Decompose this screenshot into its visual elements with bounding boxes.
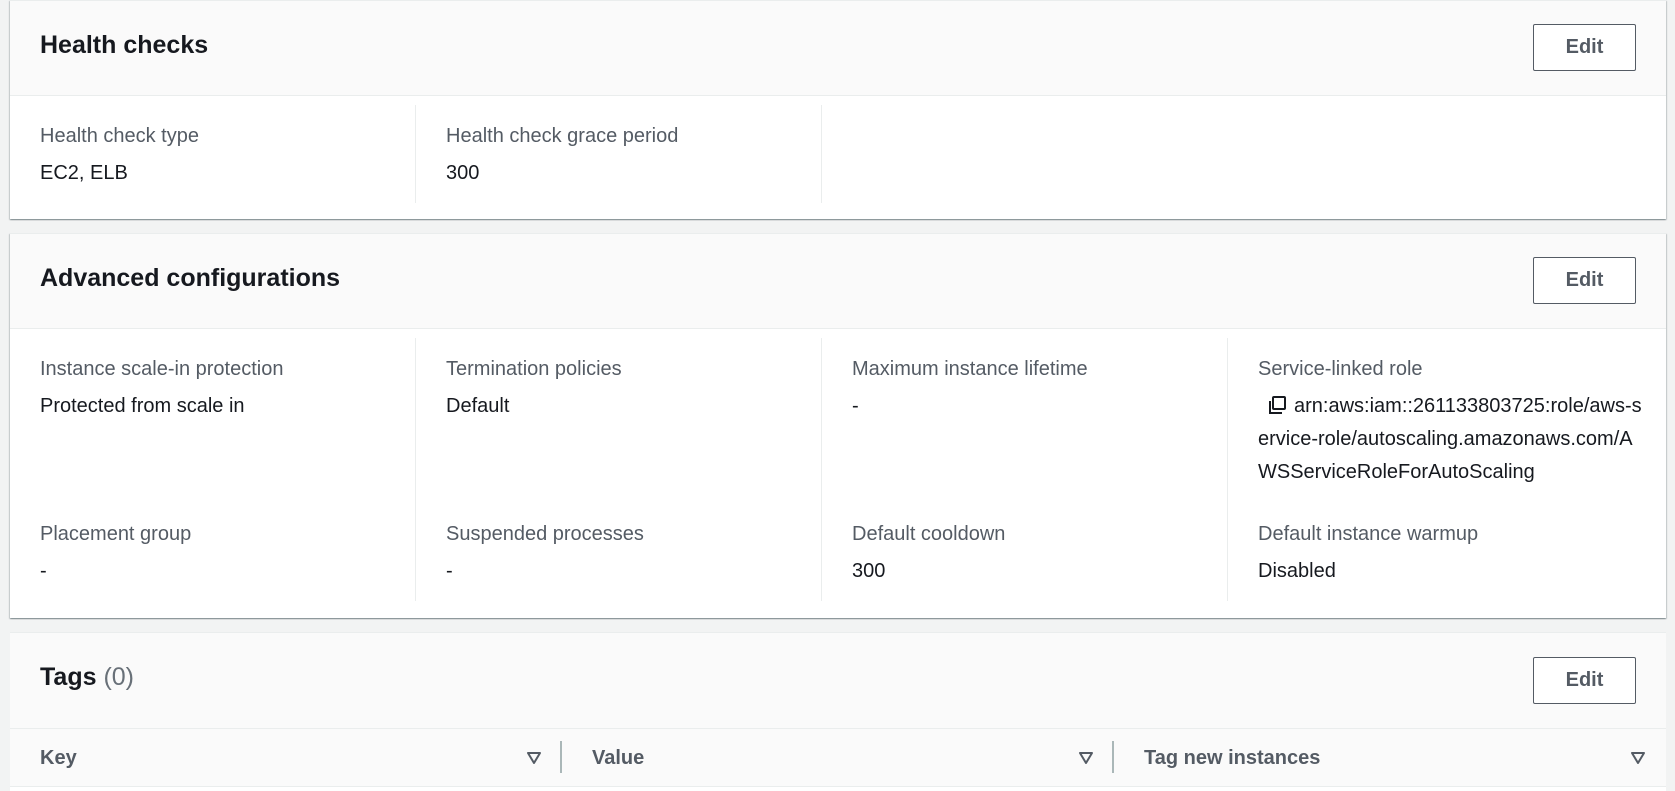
health-check-type-label: Health check type xyxy=(40,125,199,147)
suspended-processes-field: Suspended processes - xyxy=(416,503,822,601)
default-cooldown-value: 300 xyxy=(852,560,886,582)
tags-table-header: Key Value Tag new instances xyxy=(10,729,1666,787)
health-check-type-field: Health check type EC2, ELB xyxy=(10,105,416,203)
column-header-key-label: Key xyxy=(40,746,77,769)
health-checks-edit-button[interactable]: Edit xyxy=(1533,24,1636,71)
maximum-instance-lifetime-label: Maximum instance lifetime xyxy=(852,358,1088,380)
placement-group-value: - xyxy=(40,560,47,582)
service-linked-role-field: Service-linked role arn:aws:iam::2611338… xyxy=(1228,338,1658,503)
tags-panel: Tags (0) Edit Key Value Tag new instance… xyxy=(10,632,1666,791)
health-check-grace-period-value: 300 xyxy=(446,162,480,184)
default-instance-warmup-value: Disabled xyxy=(1258,560,1336,582)
column-header-value[interactable]: Value xyxy=(562,729,1114,787)
suspended-processes-label: Suspended processes xyxy=(446,523,644,545)
advanced-configurations-title: Advanced configurations xyxy=(40,264,341,292)
health-check-type-value: EC2, ELB xyxy=(40,162,128,184)
health-check-grace-period-label: Health check grace period xyxy=(446,125,679,147)
column-header-tag-new-instances-label: Tag new instances xyxy=(1144,746,1321,769)
suspended-processes-value: - xyxy=(446,560,453,582)
tags-title-text: Tags xyxy=(40,663,97,691)
column-header-tag-new-instances[interactable]: Tag new instances xyxy=(1114,729,1666,787)
column-header-key[interactable]: Key xyxy=(10,729,562,787)
placement-group-label: Placement group xyxy=(40,523,192,545)
sort-down-triangle-icon[interactable] xyxy=(1078,749,1094,765)
instance-scale-in-protection-label: Instance scale-in protection xyxy=(40,358,284,380)
default-instance-warmup-label: Default instance warmup xyxy=(1258,523,1479,545)
tags-title: Tags (0) xyxy=(40,663,134,692)
health-check-grace-period-field: Health check grace period 300 xyxy=(416,105,822,203)
health-checks-panel: Health checks Edit Health check type EC2… xyxy=(10,0,1666,219)
tags-count: (0) xyxy=(103,663,135,691)
sort-down-triangle-icon[interactable] xyxy=(526,749,542,765)
default-cooldown-field: Default cooldown 300 xyxy=(822,503,1228,601)
service-linked-role-label: Service-linked role xyxy=(1258,358,1423,380)
advanced-configurations-panel: Advanced configurations Edit Instance sc… xyxy=(10,233,1666,618)
service-linked-role-arn: arn:aws:iam::261133803725:role/aws-servi… xyxy=(1258,395,1642,483)
instance-scale-in-protection-value: Protected from scale in xyxy=(40,395,245,417)
health-checks-title: Health checks xyxy=(40,31,209,59)
tags-edit-button[interactable]: Edit xyxy=(1533,657,1636,704)
instance-scale-in-protection-field: Instance scale-in protection Protected f… xyxy=(10,338,416,503)
termination-policies-field: Termination policies Default xyxy=(416,338,822,503)
advanced-configurations-edit-button[interactable]: Edit xyxy=(1533,257,1636,304)
maximum-instance-lifetime-value: - xyxy=(852,395,859,417)
maximum-instance-lifetime-field: Maximum instance lifetime - xyxy=(822,338,1228,503)
tags-header: Tags (0) Edit xyxy=(10,633,1666,729)
health-checks-header: Health checks Edit xyxy=(10,1,1666,96)
copy-icon[interactable] xyxy=(1266,394,1288,416)
placement-group-field: Placement group - xyxy=(10,503,416,601)
service-linked-role-value: arn:aws:iam::261133803725:role/aws-servi… xyxy=(1258,390,1648,489)
advanced-configurations-header: Advanced configurations Edit xyxy=(10,234,1666,329)
sort-down-triangle-icon[interactable] xyxy=(1630,749,1646,765)
termination-policies-value: Default xyxy=(446,395,510,417)
default-instance-warmup-field: Default instance warmup Disabled xyxy=(1228,503,1658,601)
default-cooldown-label: Default cooldown xyxy=(852,523,1006,545)
column-header-value-label: Value xyxy=(592,746,645,769)
termination-policies-label: Termination policies xyxy=(446,358,622,380)
